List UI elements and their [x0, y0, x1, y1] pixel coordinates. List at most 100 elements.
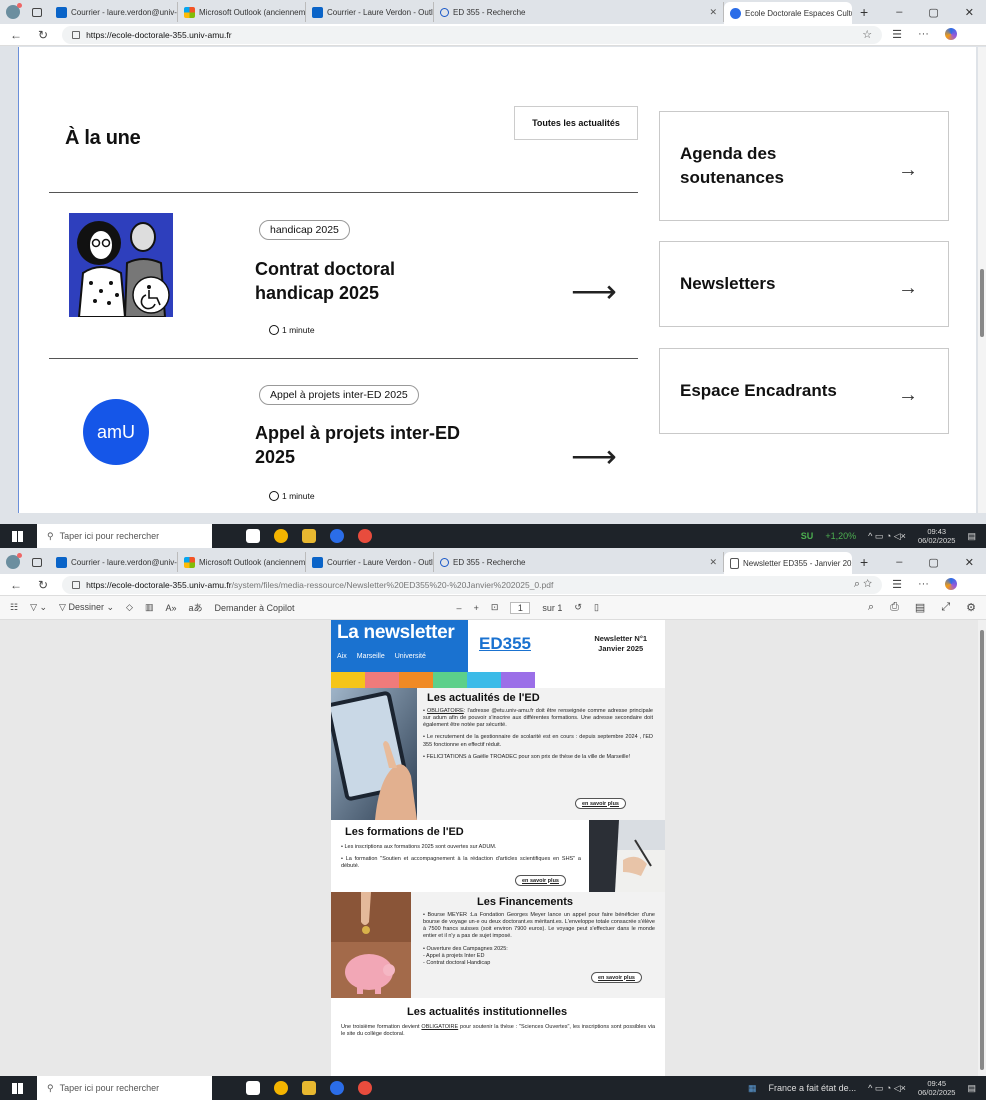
amu-app-icon[interactable]	[330, 529, 344, 543]
save-icon[interactable]: ▤	[915, 601, 925, 614]
article-tag[interactable]: handicap 2025	[259, 220, 350, 240]
tab-search[interactable]: ED 355 - Recherche ✕	[434, 2, 724, 22]
file-icon[interactable]	[246, 1081, 260, 1095]
read-aloud-icon[interactable]: A»	[165, 603, 176, 613]
card-espace-encadrants[interactable]: Espace Encadrants →	[659, 348, 949, 434]
amu-app-icon[interactable]	[330, 1081, 344, 1095]
eraser-icon[interactable]: ◇	[126, 602, 133, 613]
article-arrow-icon[interactable]: ⟶	[571, 272, 617, 310]
app-icon[interactable]	[358, 1081, 372, 1095]
chrome-icon[interactable]	[274, 1081, 288, 1095]
folder-icon[interactable]	[302, 1081, 316, 1095]
more-icon[interactable]: ···	[918, 578, 929, 591]
tray-icons[interactable]: ^ ▭ ◔ ◁×	[868, 531, 906, 542]
windows-start-icon[interactable]	[12, 1082, 23, 1094]
translate-icon[interactable]: aあ	[188, 601, 202, 614]
url-field[interactable]: https://ecole-doctorale-355.univ-amu.fr ☆	[62, 25, 883, 44]
new-tab-icon[interactable]: +	[860, 4, 868, 20]
clock[interactable]: 09:43 06/02/2025	[918, 527, 956, 545]
tab-search[interactable]: ED 355 - Recherche ✕	[434, 552, 724, 572]
expand-icon[interactable]: ⤢	[941, 601, 950, 614]
news-headline[interactable]: France a fait état de...	[769, 1083, 857, 1093]
site-info-icon[interactable]	[72, 30, 81, 39]
close-icon[interactable]: ✕	[709, 557, 717, 568]
filter-icon[interactable]: ▽ ⌄	[30, 602, 47, 613]
pdf-scrollbar[interactable]	[978, 620, 986, 1076]
folder-icon[interactable]	[302, 529, 316, 543]
back-icon[interactable]: ←	[10, 28, 22, 42]
zoom-in-icon[interactable]: +	[474, 603, 479, 613]
favorite-star-icon[interactable]: ☆	[862, 28, 872, 41]
new-tab-icon[interactable]: +	[860, 554, 868, 570]
print-icon[interactable]: ⎙	[890, 601, 899, 614]
zoom-out-icon[interactable]: –	[457, 603, 462, 613]
tab-microsoft-outlook[interactable]: Microsoft Outlook (anciennement✕	[178, 2, 306, 22]
tab-courrier-outlook[interactable]: Courrier - Laure Verdon - Outlook✕	[306, 552, 434, 572]
contents-icon[interactable]: ☷	[10, 602, 18, 613]
profile-icon[interactable]	[6, 553, 22, 569]
taskbar-search[interactable]: ⚲ Taper ici pour rechercher	[37, 524, 212, 548]
settings-gear-icon[interactable]: ⚙	[966, 601, 976, 614]
rotate-icon[interactable]: ↺	[574, 602, 582, 613]
two-page-icon[interactable]: ▯	[594, 602, 599, 613]
app-icon[interactable]	[358, 529, 372, 543]
page-scrollbar[interactable]	[978, 47, 986, 513]
close-window-icon[interactable]: ✕	[965, 6, 974, 19]
favorite-star-icon[interactable]: ⌕ ☆	[854, 578, 872, 591]
pdf-viewer[interactable]: La newsletter Aix Marseille Université ED3…	[0, 620, 978, 1076]
tab-microsoft-outlook[interactable]: Microsoft Outlook (anciennement✕	[178, 552, 306, 572]
back-icon[interactable]: ←	[10, 578, 22, 592]
news-icon[interactable]: ▦	[748, 1083, 757, 1094]
article-arrow-icon[interactable]: ⟶	[571, 437, 617, 475]
tab-courrier[interactable]: Courrier - laure.verdon@univ-am✕	[50, 552, 178, 572]
tab-newsletter-pdf[interactable]: Newsletter ED355 - Janvier 2025✕	[724, 552, 852, 574]
read-more-button[interactable]: en savoir plus	[591, 972, 642, 983]
more-icon[interactable]: ···	[918, 28, 929, 41]
windows-start-icon[interactable]	[12, 530, 23, 542]
ed-link[interactable]: ED355	[479, 634, 531, 654]
notification-icon[interactable]: ▤	[967, 531, 976, 542]
card-newsletters[interactable]: Newsletters →	[659, 241, 949, 327]
favorites-icon[interactable]: ☰	[892, 28, 902, 41]
minimize-icon[interactable]: –	[896, 556, 902, 569]
view-icon[interactable]: ▥	[145, 602, 154, 613]
close-window-icon[interactable]: ✕	[965, 556, 974, 569]
site-info-icon[interactable]	[72, 580, 81, 589]
copilot-icon[interactable]	[944, 578, 957, 590]
copilot-button[interactable]: Demander à Copilot	[215, 603, 295, 613]
chrome-icon[interactable]	[274, 529, 288, 543]
maximize-icon[interactable]: ▢	[928, 6, 938, 19]
tab-courrier[interactable]: Courrier - laure.verdon@univ-am✕	[50, 2, 178, 22]
color-strip-segment	[501, 672, 535, 688]
minimize-icon[interactable]: –	[896, 6, 902, 19]
article-tag[interactable]: Appel à projets inter-ED 2025	[259, 385, 419, 405]
taskbar-search[interactable]: ⚲ Taper ici pour rechercher	[37, 1076, 212, 1100]
draw-button[interactable]: ▽ Dessiner ⌄	[59, 602, 114, 613]
close-icon[interactable]: ✕	[709, 7, 717, 18]
article-title[interactable]: Contrat doctoral handicap 2025	[255, 257, 475, 306]
url-field[interactable]: https://ecole-doctorale-355.univ-amu.fr /…	[62, 575, 883, 594]
notification-icon[interactable]: ▤	[967, 1083, 976, 1094]
fit-page-icon[interactable]: ⊡	[491, 602, 499, 613]
tab-actions-icon[interactable]	[32, 557, 42, 567]
file-icon[interactable]	[246, 529, 260, 543]
reload-icon[interactable]: ↻	[38, 578, 48, 592]
read-more-button[interactable]: en savoir plus	[515, 875, 566, 886]
copilot-icon[interactable]	[944, 28, 957, 40]
card-agenda-soutenances[interactable]: Agenda des soutenances →	[659, 111, 949, 221]
color-strip	[331, 672, 535, 688]
favorites-icon[interactable]: ☰	[892, 578, 902, 591]
profile-icon[interactable]	[6, 3, 22, 19]
tab-courrier-outlook[interactable]: Courrier - Laure Verdon - Outlook✕	[306, 2, 434, 22]
search-icon[interactable]: ⌕	[868, 601, 874, 614]
tray-icons[interactable]: ^ ▭ ◔ ◁×	[868, 1083, 906, 1094]
tab-ecole-doctorale[interactable]: Ecole Doctorale Espaces Culturels✕	[724, 2, 852, 24]
maximize-icon[interactable]: ▢	[928, 556, 938, 569]
read-more-button[interactable]: en savoir plus	[575, 798, 626, 809]
article-title[interactable]: Appel à projets inter-ED 2025	[255, 421, 475, 470]
all-news-button[interactable]: Toutes les actualités	[514, 106, 638, 140]
tab-actions-icon[interactable]	[32, 7, 42, 17]
page-number-input[interactable]: 1	[510, 601, 531, 614]
clock[interactable]: 09:45 06/02/2025	[918, 1079, 956, 1097]
reload-icon[interactable]: ↻	[38, 28, 48, 42]
